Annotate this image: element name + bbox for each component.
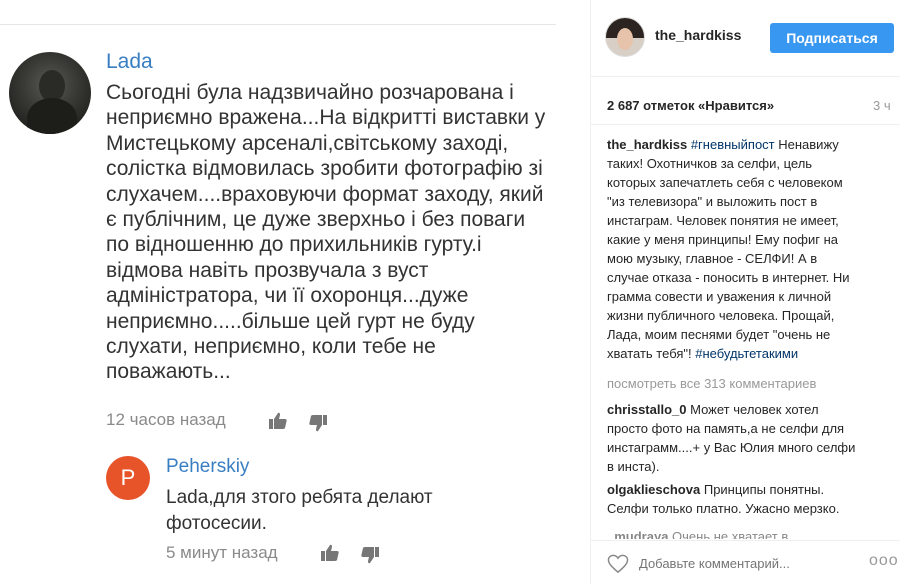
reply-author[interactable]: Peherskiy — [166, 456, 249, 478]
follow-button[interactable]: Подписаться — [770, 23, 894, 53]
divider — [0, 24, 556, 25]
youtube-comments-panel: Lada Сьогодні була надзвичайно розчарова… — [0, 0, 560, 584]
post-caption: the_hardkiss #гневныйпост Ненавижу таких… — [607, 135, 857, 363]
more-options-icon[interactable]: ooo — [869, 552, 899, 570]
thumbs-up-icon[interactable] — [268, 411, 288, 431]
hashtag-link[interactable]: #гневныйпост — [691, 137, 775, 152]
comment-timestamp: 12 часов назад — [106, 410, 226, 429]
post-time[interactable]: 3 ч — [873, 98, 891, 113]
list-item: _mudraya Очень не хватает в — [607, 527, 859, 539]
reply-avatar[interactable]: P — [106, 456, 150, 500]
comment-text: Сьогодні була надзвичайно розчарована і … — [106, 81, 546, 384]
divider — [591, 124, 900, 125]
divider — [591, 76, 900, 77]
view-all-comments-link[interactable]: посмотреть все 313 комментариев — [607, 376, 816, 391]
commenter-avatar[interactable] — [9, 52, 91, 134]
divider — [591, 540, 900, 541]
list-item: olgaklieschova Принципы понятны. Селфи т… — [607, 480, 859, 518]
comment-username[interactable]: olgaklieschova — [607, 482, 700, 497]
thumbs-down-icon[interactable] — [308, 413, 328, 433]
thumbs-down-icon[interactable] — [360, 545, 380, 565]
instagram-post-panel: the_hardkiss Подписаться 2 687 отметок «… — [590, 0, 900, 584]
thumbs-up-icon[interactable] — [320, 543, 340, 563]
avatar-face — [617, 28, 633, 50]
comment-username[interactable]: chrisstallo_0 — [607, 402, 687, 417]
caption-username[interactable]: the_hardkiss — [607, 137, 687, 152]
add-comment-input[interactable] — [639, 556, 799, 571]
heart-icon[interactable] — [607, 554, 629, 574]
list-item: chrisstallo_0 Может человек хотел просто… — [607, 400, 859, 476]
hashtag-link[interactable]: #небудьтетакими — [695, 346, 798, 361]
comment-text: Очень не хватает в — [672, 529, 789, 539]
comment-username[interactable]: _mudraya — [607, 529, 668, 539]
profile-avatar[interactable] — [605, 17, 645, 57]
avatar-silhouette-body — [27, 98, 77, 134]
comment-author[interactable]: Lada — [106, 50, 153, 74]
caption-text: Ненавижу таких! Охотничков за селфи, цел… — [607, 137, 850, 361]
reply-timestamp: 5 минут назад — [166, 543, 278, 562]
profile-username[interactable]: the_hardkiss — [655, 27, 741, 43]
reply-text: Lada,для зтого ребята делают фотосесии. — [166, 487, 433, 534]
likes-count[interactable]: 2 687 отметок «Нравится» — [607, 98, 774, 113]
